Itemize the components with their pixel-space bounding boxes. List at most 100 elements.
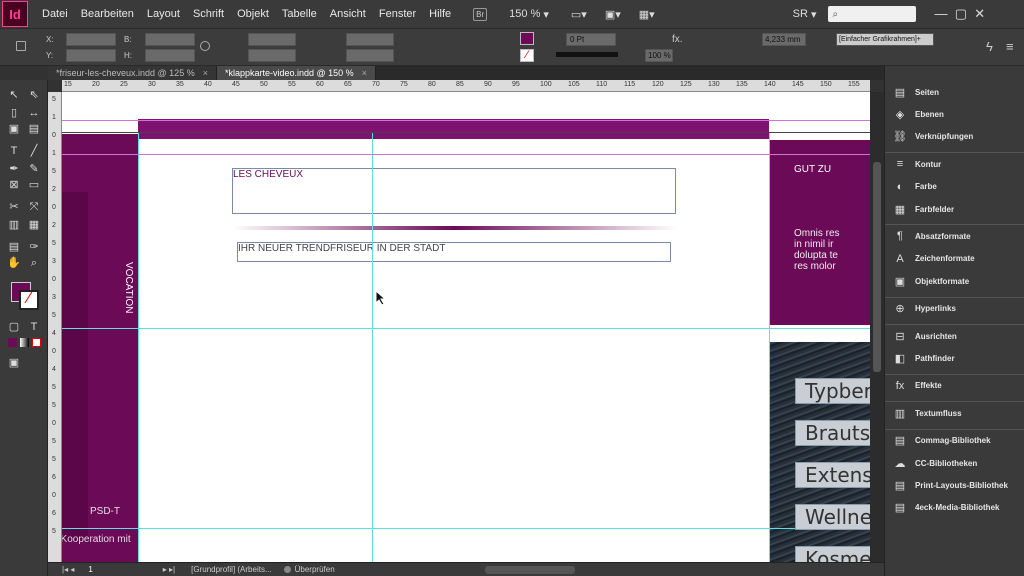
- page-tool-icon[interactable]: ▯: [7, 106, 21, 120]
- headline[interactable]: LES CHEVEUX: [232, 168, 676, 214]
- horizontal-scrollbar[interactable]: [484, 565, 575, 574]
- menu-layout[interactable]: Layout: [147, 8, 180, 20]
- x-field[interactable]: [66, 33, 116, 46]
- content-collector-icon[interactable]: ▣: [7, 122, 21, 136]
- service-list-item[interactable]: Kosmet: [795, 546, 870, 562]
- view-options-icon[interactable]: ▭▾: [571, 8, 587, 21]
- effects-fx-icon[interactable]: fx.: [672, 34, 683, 45]
- page-number[interactable]: 1: [88, 565, 92, 574]
- panel-textumfluss[interactable]: ▥ Textumfluss: [893, 405, 962, 421]
- panel-seiten[interactable]: ▤ Seiten: [893, 84, 939, 100]
- close-icon[interactable]: ×: [203, 68, 208, 78]
- scissors-tool-icon[interactable]: ✂: [7, 200, 21, 214]
- selection-tool-icon[interactable]: ↖: [7, 88, 21, 102]
- panel-verknüpfungen[interactable]: ⛓ Verknüpfungen: [893, 129, 973, 145]
- page-nav-next-icon[interactable]: ▸ ▸|: [163, 565, 175, 574]
- close-icon[interactable]: ×: [362, 68, 367, 78]
- arrange-documents-icon[interactable]: ▦▾: [639, 8, 655, 21]
- panel-cc-bibliotheken[interactable]: ☁ CC-Bibliotheken: [893, 455, 978, 471]
- gap-tool-icon[interactable]: ↔: [27, 106, 41, 120]
- formatting-container-icon[interactable]: ▢: [7, 320, 21, 334]
- window-controls[interactable]: — ▢ ✕: [934, 6, 985, 22]
- note-tool-icon[interactable]: ▤: [7, 240, 21, 254]
- panel-commag-bibliothek[interactable]: ▤ Commag-Bibliothek: [893, 433, 991, 449]
- panel-hyperlinks[interactable]: ⊕ Hyperlinks: [893, 301, 956, 317]
- free-transform-tool-icon[interactable]: ⤧: [27, 200, 41, 214]
- menu-objekt[interactable]: Objekt: [237, 8, 269, 20]
- menu-datei[interactable]: Datei: [42, 8, 68, 20]
- menu-hilfe[interactable]: Hilfe: [429, 8, 451, 20]
- service-list-item[interactable]: Extensio: [795, 462, 870, 488]
- menu-bearbeiten[interactable]: Bearbeiten: [81, 8, 134, 20]
- pencil-tool-icon[interactable]: ✎: [27, 162, 41, 176]
- menu-schrift[interactable]: Schrift: [193, 8, 224, 20]
- eyedropper-tool-icon[interactable]: ✑: [27, 240, 41, 254]
- gradient-tool-icon[interactable]: ▥: [7, 218, 21, 232]
- rectangle-tool-icon[interactable]: ▭: [27, 178, 41, 192]
- service-list-item[interactable]: Wellnes: [795, 504, 870, 530]
- stroke-color-icon[interactable]: ⁄: [19, 290, 39, 310]
- scale-x-field[interactable]: [248, 33, 296, 46]
- menu-fenster[interactable]: Fenster: [379, 8, 416, 20]
- fill-swatch[interactable]: [520, 32, 534, 45]
- bridge-button[interactable]: Br: [473, 7, 488, 21]
- stroke-swatch[interactable]: ⁄: [520, 49, 534, 62]
- rectangle-frame-tool-icon[interactable]: ⊠: [7, 178, 21, 192]
- panel-ausrichten[interactable]: ⊟ Ausrichten: [893, 328, 956, 344]
- pen-tool-icon[interactable]: ✒: [7, 162, 21, 176]
- workspace-select[interactable]: SR ▾: [793, 8, 817, 21]
- constrain-proportions-icon[interactable]: [200, 41, 210, 51]
- apply-none-icon[interactable]: [32, 338, 41, 347]
- document-tab[interactable]: *friseur-les-cheveux.indd @ 125 % ×: [48, 66, 217, 80]
- panel-4eck-media-bibliothek[interactable]: ▤ 4eck-Media-Bibliothek: [893, 500, 1000, 516]
- document-tab[interactable]: *klappkarte-video.indd @ 150 % ×: [216, 66, 376, 80]
- type-tool-icon[interactable]: T: [7, 144, 21, 158]
- panel-menu-icon[interactable]: ≡: [1006, 39, 1014, 54]
- panel-effekte[interactable]: fx Effekte: [893, 378, 942, 394]
- apply-color-icon[interactable]: [8, 338, 17, 347]
- menu-tabelle[interactable]: Tabelle: [282, 8, 317, 20]
- service-list-item[interactable]: Brautst: [795, 420, 870, 446]
- panel-objektformate[interactable]: ▣ Objektformate: [893, 273, 969, 289]
- panel-ebenen[interactable]: ◈ Ebenen: [893, 106, 944, 122]
- y-field[interactable]: [66, 49, 116, 62]
- document-canvas[interactable]: VOCATION GUT ZU Omnis res in nimil ir dolu…: [62, 92, 870, 562]
- screen-mode-icon[interactable]: ▣▾: [605, 8, 621, 21]
- subheadline[interactable]: IHR NEUER TRENDFRISEUR IN DER STADT: [237, 242, 671, 262]
- apply-gradient-icon[interactable]: [20, 338, 29, 347]
- panel-farbe[interactable]: ◐ Farbe: [893, 179, 937, 195]
- width-field[interactable]: [145, 33, 195, 46]
- menu-ansicht[interactable]: Ansicht: [330, 8, 366, 20]
- page-nav-first-icon[interactable]: |◂ ◂: [62, 565, 74, 574]
- search-input[interactable]: ⌕: [828, 6, 917, 22]
- line-tool-icon[interactable]: ╱: [27, 144, 41, 158]
- content-placer-icon[interactable]: ▤: [27, 122, 41, 136]
- stroke-weight-field[interactable]: 0 Pt: [566, 33, 616, 46]
- panel-zeichenformate[interactable]: A Zeichenformate: [893, 251, 974, 267]
- panel-farbfelder[interactable]: ▦ Farbfelder: [893, 201, 954, 217]
- zoom-select[interactable]: 150 % ▾: [509, 8, 549, 21]
- panel-kontur[interactable]: ≡ Kontur: [893, 156, 941, 172]
- corner-size-field[interactable]: 4,233 mm: [762, 33, 806, 46]
- gradient-feather-tool-icon[interactable]: ▦: [27, 218, 41, 232]
- stroke-type-select[interactable]: [556, 52, 618, 57]
- preflight-label[interactable]: Überprüfen: [295, 565, 335, 574]
- zoom-tool-icon[interactable]: ⌕: [27, 256, 41, 270]
- shear-field[interactable]: [346, 49, 394, 62]
- preflight-profile[interactable]: [Grundprofil] (Arbeits...: [191, 565, 271, 574]
- scale-y-field[interactable]: [248, 49, 296, 62]
- direct-selection-tool-icon[interactable]: ⇖: [27, 88, 41, 102]
- screen-mode-tool-icon[interactable]: ▣: [7, 356, 21, 370]
- hand-tool-icon[interactable]: ✋: [7, 256, 21, 270]
- service-list-item[interactable]: Typbera: [795, 378, 870, 404]
- panel-absatzformate[interactable]: ¶ Absatzformate: [893, 228, 971, 244]
- panel-print-layouts-bibliothek[interactable]: ▤ Print-Layouts-Bibliothek: [893, 477, 1008, 493]
- height-field[interactable]: [145, 49, 195, 62]
- lightning-icon[interactable]: ϟ: [986, 39, 993, 54]
- reference-point-icon[interactable]: [16, 41, 26, 51]
- panel-pathfinder[interactable]: ◧ Pathfinder: [893, 350, 955, 366]
- object-style-select[interactable]: [Einfacher Grafikrahmen]+: [836, 33, 934, 46]
- scroll-thumb[interactable]: [873, 162, 881, 372]
- formatting-text-icon[interactable]: T: [27, 320, 41, 334]
- opacity-field[interactable]: 100 %: [645, 49, 673, 62]
